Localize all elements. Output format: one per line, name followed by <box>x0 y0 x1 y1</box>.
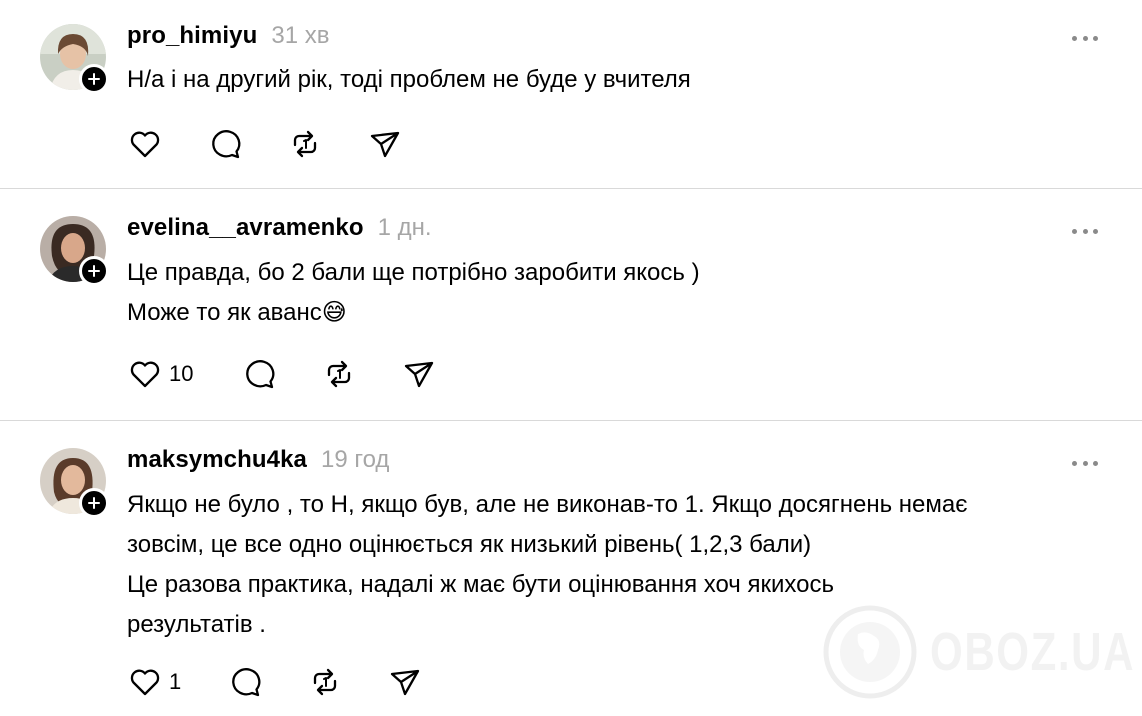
action-bar <box>127 126 407 162</box>
thread-post: evelina__avramenko 1 дн. Це правда, бо 2… <box>0 189 1142 420</box>
avatar[interactable] <box>40 448 109 518</box>
avatar[interactable] <box>40 24 109 94</box>
post-text: Н/а і на другий рік, тоді проблем не буд… <box>127 60 1117 100</box>
like-button[interactable] <box>127 126 207 162</box>
like-button[interactable]: 1 <box>127 664 227 700</box>
heart-icon <box>130 361 160 388</box>
heart-icon <box>130 131 160 158</box>
send-icon <box>370 131 400 158</box>
watermark-text: OBOZ.UA <box>930 622 1136 682</box>
text-line: Це разова практика, надалі ж має бути оц… <box>127 571 834 598</box>
globe-logo-icon <box>823 605 917 699</box>
timestamp[interactable]: 31 хв <box>271 22 329 50</box>
text-line: Це правда, бо 2 бали ще потрібно заробит… <box>127 259 700 286</box>
thread-post: pro_himiyu 31 хв Н/а і на другий рік, то… <box>0 0 1142 188</box>
comment-icon <box>232 668 261 697</box>
repost-button[interactable] <box>307 664 387 700</box>
action-bar: 10 <box>127 356 441 392</box>
send-icon <box>404 361 434 388</box>
send-icon <box>390 669 420 696</box>
timestamp[interactable]: 1 дн. <box>378 214 432 242</box>
share-button[interactable] <box>401 356 441 392</box>
repost-button[interactable] <box>321 356 401 392</box>
follow-button[interactable] <box>79 64 109 94</box>
action-bar: 1 <box>127 664 427 700</box>
repost-icon <box>293 130 317 158</box>
follow-button[interactable] <box>79 488 109 518</box>
username[interactable]: maksymchu4ka <box>127 446 307 474</box>
like-button[interactable]: 10 <box>127 356 241 392</box>
post-header: maksymchu4ka 19 год <box>127 446 389 478</box>
comment-button[interactable] <box>227 664 307 700</box>
plus-icon <box>88 497 100 509</box>
text-line: Якщо не було , то Н, якщо був, але не ви… <box>127 491 968 518</box>
more-icon[interactable] <box>1072 229 1098 235</box>
watermark: OBOZ.UA <box>822 604 1142 700</box>
comment-button[interactable] <box>207 126 287 162</box>
username[interactable]: evelina__avramenko <box>127 214 364 242</box>
text-line: Може то як аванс😅 <box>127 299 347 326</box>
plus-icon <box>88 73 100 85</box>
follow-button[interactable] <box>79 256 109 286</box>
share-button[interactable] <box>367 126 407 162</box>
repost-icon <box>327 360 351 388</box>
like-count: 1 <box>169 669 182 694</box>
text-line: зовсім, це все одно оцінюється як низьки… <box>127 531 812 558</box>
post-header: pro_himiyu 31 хв <box>127 22 329 54</box>
username[interactable]: pro_himiyu <box>127 22 257 50</box>
post-text: Це правда, бо 2 бали ще потрібно заробит… <box>127 253 1117 333</box>
repost-button[interactable] <box>287 126 367 162</box>
like-count: 10 <box>169 361 194 386</box>
avatar[interactable] <box>40 216 109 286</box>
more-icon[interactable] <box>1072 461 1098 467</box>
post-header: evelina__avramenko 1 дн. <box>127 214 432 246</box>
comment-button[interactable] <box>241 356 321 392</box>
comment-icon <box>212 130 241 159</box>
share-button[interactable] <box>387 664 427 700</box>
more-icon[interactable] <box>1072 36 1098 42</box>
text-line: Н/а і на другий рік, тоді проблем не буд… <box>127 66 691 93</box>
heart-icon <box>130 669 160 696</box>
timestamp[interactable]: 19 год <box>321 446 389 474</box>
repost-icon <box>313 668 337 696</box>
comment-icon <box>246 360 275 389</box>
plus-icon <box>88 265 100 277</box>
